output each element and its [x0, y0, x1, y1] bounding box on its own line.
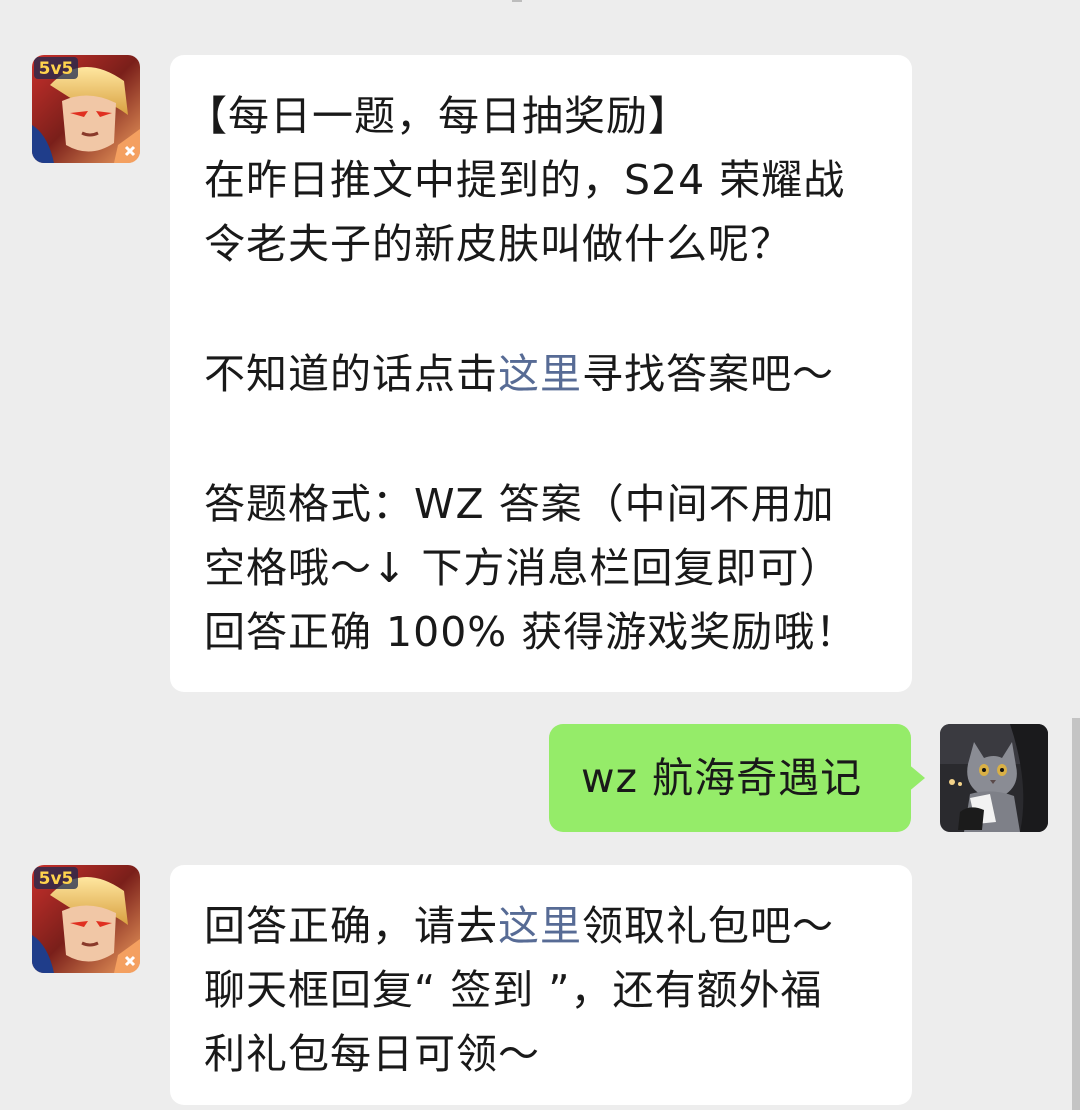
cat-photo-icon [940, 724, 1048, 832]
scrollbar[interactable] [1072, 718, 1080, 1110]
message-bubble-incoming[interactable]: 【每日一题，每日抽奖励】 在昨日推文中提到的，S24 荣耀战 令老夫子的新皮肤叫… [170, 55, 912, 692]
game-badge-text: 5v5 [39, 59, 74, 79]
line-text-after: 领取礼包吧～ [582, 902, 834, 950]
game-account-avatar[interactable]: 5v5 [32, 865, 140, 973]
message-line: 答题格式：WZ 答案（中间不用加 [204, 480, 835, 528]
message-line: 空格哦～↓ 下方消息栏回复即可） [204, 544, 842, 592]
gift-link[interactable]: 这里 [498, 902, 582, 950]
game-badge-text: 5v5 [39, 869, 74, 889]
line-text-before: 不知道的话点击 [204, 350, 498, 398]
answer-link[interactable]: 这里 [498, 350, 582, 398]
message-bubble-outgoing[interactable]: wz 航海奇遇记 [549, 724, 911, 832]
message-line: 不知道的话点击这里寻找答案吧～ [192, 342, 892, 406]
message-bubble-incoming[interactable]: 回答正确，请去这里领取礼包吧～ 聊天框回复“ 签到 ”，还有额外福 利礼包每日可… [170, 865, 912, 1105]
message-line: 【每日一题，每日抽奖励】 [186, 92, 690, 140]
message-line: wz 航海奇遇记 [581, 754, 863, 802]
game-account-avatar[interactable]: 5v5 [32, 55, 140, 163]
bubble-tail [907, 763, 925, 793]
message-line: 回答正确，请去这里领取礼包吧～ [204, 894, 892, 958]
user-avatar[interactable] [940, 724, 1048, 832]
message-line: 利礼包每日可领～ [204, 1030, 540, 1078]
top-edge-mark [512, 0, 522, 2]
message-line: 聊天框回复“ 签到 ”，还有额外福 [204, 966, 823, 1014]
message-line: 令老夫子的新皮肤叫做什么呢？ [204, 220, 792, 268]
hero-portrait-icon: 5v5 [32, 55, 140, 163]
message-line: 在昨日推文中提到的，S24 荣耀战 [204, 156, 846, 204]
message-line: 回答正确 100% 获得游戏奖励哦！ [204, 608, 858, 656]
hero-portrait-icon: 5v5 [32, 865, 140, 973]
line-text-before: 回答正确，请去 [204, 902, 498, 950]
line-text-after: 寻找答案吧～ [582, 350, 834, 398]
